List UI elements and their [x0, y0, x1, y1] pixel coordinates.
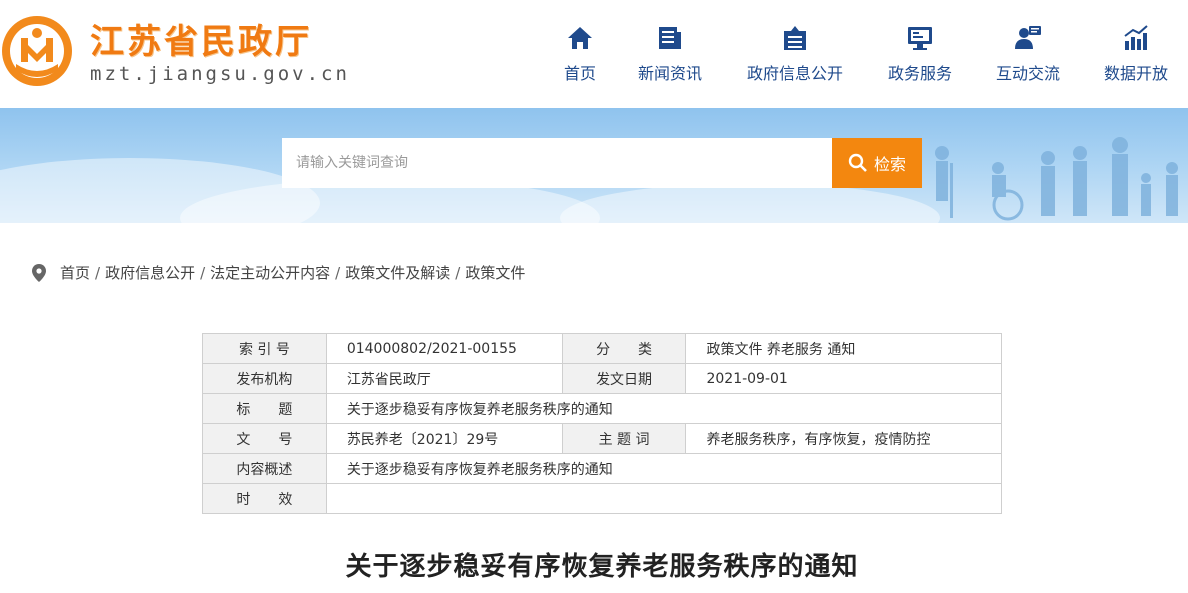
table-row: 内容概述 关于逐步稳妥有序恢复养老服务秩序的通知: [202, 453, 1003, 484]
breadcrumb-statutory[interactable]: 法定主动公开内容: [210, 262, 330, 283]
nav-gov-info[interactable]: 政府信息公开: [740, 20, 850, 90]
title-label: 标 题: [202, 393, 327, 424]
validity-value: [325, 483, 1003, 514]
date-label: 发文日期: [561, 363, 687, 394]
home-icon: [568, 27, 592, 49]
category-value: 政策文件 养老服务 通知: [685, 333, 1002, 364]
summary-value: 关于逐步稳妥有序恢复养老服务秩序的通知: [325, 453, 1003, 484]
table-row: 索 引 号 014000802/2021-00155 分 类 政策文件 养老服务…: [202, 333, 1002, 364]
search-button[interactable]: 检索: [832, 138, 922, 188]
issuer-value: 江苏省民政厅: [325, 363, 563, 394]
breadcrumb-separator: /: [455, 263, 461, 282]
breadcrumb-separator: /: [95, 263, 101, 282]
breadcrumb: 首页 / 政府信息公开 / 法定主动公开内容 / 政策文件及解读 / 政策文件: [32, 262, 525, 283]
breadcrumb-home[interactable]: 首页: [60, 262, 90, 283]
subject-value: 养老服务秩序，有序恢复，疫情防控: [685, 423, 1002, 454]
nav-interaction-label: 互动交流: [995, 64, 1060, 83]
banner-cloud: [560, 183, 940, 223]
news-icon: [659, 27, 681, 49]
nav-home[interactable]: 首页: [540, 20, 620, 90]
breadcrumb-separator: /: [335, 263, 341, 282]
site-header: 江苏省民政厅 mzt.jiangsu.gov.cn 首页 新闻资讯 政府信息公开…: [0, 0, 1188, 108]
nav-news-label: 新闻资讯: [637, 64, 702, 83]
nav-services-label: 政务服务: [887, 64, 952, 83]
nav-gov-info-label: 政府信息公开: [746, 64, 843, 83]
nav-interaction[interactable]: 互动交流: [988, 20, 1068, 90]
date-value: 2021-09-01: [685, 363, 1002, 394]
monitor-icon: [908, 27, 932, 50]
nav-home-label: 首页: [563, 64, 596, 83]
site-logo[interactable]: 江苏省民政厅 mzt.jiangsu.gov.cn: [0, 8, 360, 88]
search-button-label: 检索: [873, 157, 906, 174]
bar-chart-icon: [1124, 25, 1148, 50]
table-row: 时 效: [202, 483, 1003, 514]
document-metadata-table: 索 引 号 014000802/2021-00155 分 类 政策文件 养老服务…: [202, 333, 1003, 514]
breadcrumb-policy-files[interactable]: 政策文件: [465, 262, 525, 283]
index-value: 014000802/2021-00155: [325, 333, 563, 364]
docno-value: 苏民养老〔2021〕29号: [325, 423, 563, 454]
search-input[interactable]: [282, 138, 832, 188]
search-banner: 检索: [0, 108, 1188, 223]
breadcrumb-separator: /: [200, 263, 206, 282]
breadcrumb-gov-info[interactable]: 政府信息公开: [105, 262, 195, 283]
nav-news[interactable]: 新闻资讯: [630, 20, 710, 90]
subject-label: 主 题 词: [561, 423, 687, 454]
search-icon: [848, 153, 867, 172]
location-pin-icon: [32, 263, 46, 282]
title-value: 关于逐步稳妥有序恢复养老服务秩序的通知: [325, 393, 1003, 424]
table-row: 标 题 关于逐步稳妥有序恢复养老服务秩序的通知: [202, 393, 1003, 424]
nav-open-data-label: 数据开放: [1103, 64, 1168, 83]
category-label: 分 类: [561, 333, 687, 364]
ministry-emblem-icon: [2, 16, 72, 86]
summary-label: 内容概述: [202, 453, 327, 484]
site-url: mzt.jiangsu.gov.cn: [90, 63, 350, 85]
nav-services[interactable]: 政务服务: [880, 20, 960, 90]
archive-icon: [784, 26, 806, 50]
nav-open-data[interactable]: 数据开放: [1096, 20, 1176, 90]
docno-label: 文 号: [202, 423, 327, 454]
table-row: 发布机构 江苏省民政厅 发文日期 2021-09-01: [202, 363, 1002, 394]
document-title: 关于逐步稳妥有序恢复养老服务秩序的通知: [345, 552, 859, 582]
index-label: 索 引 号: [202, 333, 327, 364]
issuer-label: 发布机构: [202, 363, 327, 394]
validity-label: 时 效: [202, 483, 327, 514]
user-chat-icon: [1015, 26, 1041, 49]
breadcrumb-policy-docs[interactable]: 政策文件及解读: [345, 262, 450, 283]
site-title: 江苏省民政厅: [90, 22, 312, 62]
table-row: 文 号 苏民养老〔2021〕29号 主 题 词 养老服务秩序，有序恢复，疫情防控: [202, 423, 1002, 454]
elderly-people-silhouette-icon: [935, 137, 1178, 221]
